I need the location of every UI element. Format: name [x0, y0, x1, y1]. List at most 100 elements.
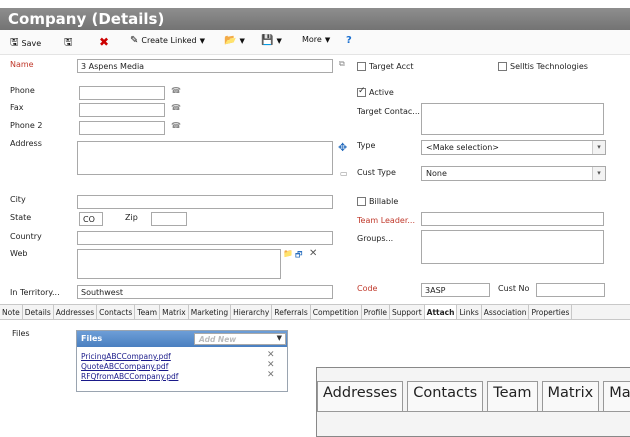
tab-properties[interactable]: Properties [529, 305, 573, 319]
phone-icon[interactable]: ☎ [171, 121, 181, 130]
chevron-down-icon: ▼ [324, 35, 331, 44]
file-link[interactable]: RFQfromABCCompany.pdf [81, 372, 178, 381]
save-close-icon: 🖫 [64, 37, 73, 48]
zoomed-tab-inset: Addresses Contacts Team Matrix Mark [316, 367, 630, 437]
tab-addresses[interactable]: Addresses [54, 305, 98, 319]
tab-association[interactable]: Association [482, 305, 530, 319]
mail-icon[interactable]: ▭ [340, 169, 348, 178]
address-textarea[interactable] [77, 141, 333, 175]
file-link[interactable]: PricingABCCompany.pdf [81, 352, 171, 361]
toolbar: 🖫 Save 🖫 ✖ ✎ Create Linked ▼ 📂 ▼ 💾 ▼ Mor… [0, 30, 630, 55]
selltis-tech-checkbox[interactable] [498, 62, 507, 71]
tab-attach[interactable]: Attach [424, 305, 458, 319]
edit-link-icon[interactable]: 🗗 [295, 249, 303, 263]
remove-icon[interactable]: ✕ [267, 350, 275, 360]
phone-input[interactable] [79, 86, 165, 100]
city-label: City [10, 195, 26, 204]
chevron-down-icon: ▼ [199, 36, 206, 45]
cust-type-select[interactable]: None ▾ [421, 166, 606, 181]
cust-no-input[interactable] [536, 283, 605, 297]
country-label: Country [10, 232, 42, 241]
tab-team[interactable]: Team [135, 305, 161, 319]
tab-support[interactable]: Support [390, 305, 425, 319]
target-contact-label[interactable]: Target Contac... [357, 107, 420, 116]
active-label: Active [369, 88, 394, 97]
zoom-tab-addresses: Addresses [317, 381, 404, 411]
folder-menu-button[interactable]: 📂 ▼ [224, 35, 245, 46]
name-label: Name [10, 60, 34, 69]
remove-icon[interactable]: ✕ [267, 370, 275, 380]
web-textarea[interactable] [77, 249, 281, 279]
type-select[interactable]: <Make selection> ▾ [421, 140, 606, 155]
file-link[interactable]: QuoteABCCompany.pdf [81, 362, 168, 371]
tab-profile[interactable]: Profile [362, 305, 390, 319]
zip-input[interactable] [151, 212, 187, 226]
tab-referrals[interactable]: Referrals [272, 305, 311, 319]
country-input[interactable] [77, 231, 333, 245]
tab-details[interactable]: Details [23, 305, 54, 319]
create-linked-icon: ✎ [130, 35, 139, 46]
window-title: Company (Details) [0, 8, 630, 30]
chevron-down-icon: ▼ [239, 36, 245, 45]
zoom-tab-matrix: Matrix [541, 381, 600, 411]
save-and-close-button[interactable]: 🖫 [64, 35, 73, 52]
chevron-down-icon: ▾ [592, 141, 605, 154]
delete-button[interactable]: ✖ [99, 35, 109, 49]
tab-note[interactable]: Note [0, 305, 23, 319]
fax-input[interactable] [79, 103, 165, 117]
zoom-tab-contacts: Contacts [407, 381, 484, 411]
groups-input[interactable] [421, 230, 604, 264]
help-button[interactable]: ? [346, 35, 352, 46]
billable-checkbox[interactable] [357, 197, 366, 206]
target-acct-checkbox[interactable] [357, 62, 366, 71]
selltis-tech-label: Selltis Technologies [510, 62, 588, 71]
copy-icon[interactable]: ⧉ [339, 59, 345, 69]
in-territory-label: In Territory... [10, 288, 60, 297]
in-territory-input[interactable]: Southwest [77, 285, 333, 299]
state-input[interactable]: CO [79, 212, 103, 226]
help-icon: ? [346, 35, 352, 46]
chevron-down-icon: ▼ [276, 36, 282, 45]
more-menu-button[interactable]: More ▼ [302, 35, 330, 44]
folder-icon: 📂 [224, 35, 237, 46]
fax-label: Fax [10, 103, 24, 112]
address-label: Address [10, 139, 42, 148]
tab-competition[interactable]: Competition [311, 305, 362, 319]
phone-icon[interactable]: ☎ [171, 86, 181, 95]
tab-matrix[interactable]: Matrix [160, 305, 189, 319]
add-new-select[interactable]: Add New ▼ [194, 333, 286, 345]
create-linked-button[interactable]: ✎ Create Linked ▼ [130, 35, 205, 46]
folder-add-icon[interactable]: 📁 [283, 249, 293, 258]
cust-type-label: Cust Type [357, 168, 396, 177]
tab-marketing[interactable]: Marketing [189, 305, 232, 319]
files-panel: Files Add New ▼ PricingABCCompany.pdf ✕ … [76, 330, 288, 392]
remove-icon[interactable]: ✕ [309, 248, 317, 259]
phone2-input[interactable] [79, 121, 165, 135]
tab-links[interactable]: Links [457, 305, 482, 319]
name-input[interactable]: 3 Aspens Media [77, 59, 333, 73]
files-header: Files Add New ▼ [77, 331, 287, 347]
type-label: Type [357, 141, 376, 150]
save-button[interactable]: 🖫 Save [10, 35, 41, 52]
delete-icon: ✖ [99, 35, 110, 49]
team-leader-label[interactable]: Team Leader... [357, 216, 415, 225]
disk-menu-button[interactable]: 💾 ▼ [261, 35, 282, 46]
phone2-label: Phone 2 [10, 121, 43, 130]
tab-contacts[interactable]: Contacts [97, 305, 136, 319]
target-contact-input[interactable] [421, 103, 604, 135]
code-input[interactable]: 3ASP [421, 283, 490, 297]
groups-label[interactable]: Groups... [357, 234, 393, 243]
cust-no-label: Cust No [498, 284, 530, 293]
files-label: Files [12, 329, 30, 338]
team-leader-input[interactable] [421, 212, 604, 226]
phone-icon[interactable]: ☎ [171, 103, 181, 112]
tab-hierarchy[interactable]: Hierarchy [231, 305, 273, 319]
code-label: Code [357, 284, 378, 293]
active-checkbox[interactable] [357, 86, 366, 97]
city-input[interactable] [77, 195, 333, 209]
phone-label: Phone [10, 86, 35, 95]
remove-icon[interactable]: ✕ [267, 360, 275, 370]
chevron-down-icon: ▼ [276, 334, 282, 342]
map-icon[interactable]: ✥ [338, 141, 347, 154]
tab-strip: Note Details Addresses Contacts Team Mat… [0, 304, 630, 320]
